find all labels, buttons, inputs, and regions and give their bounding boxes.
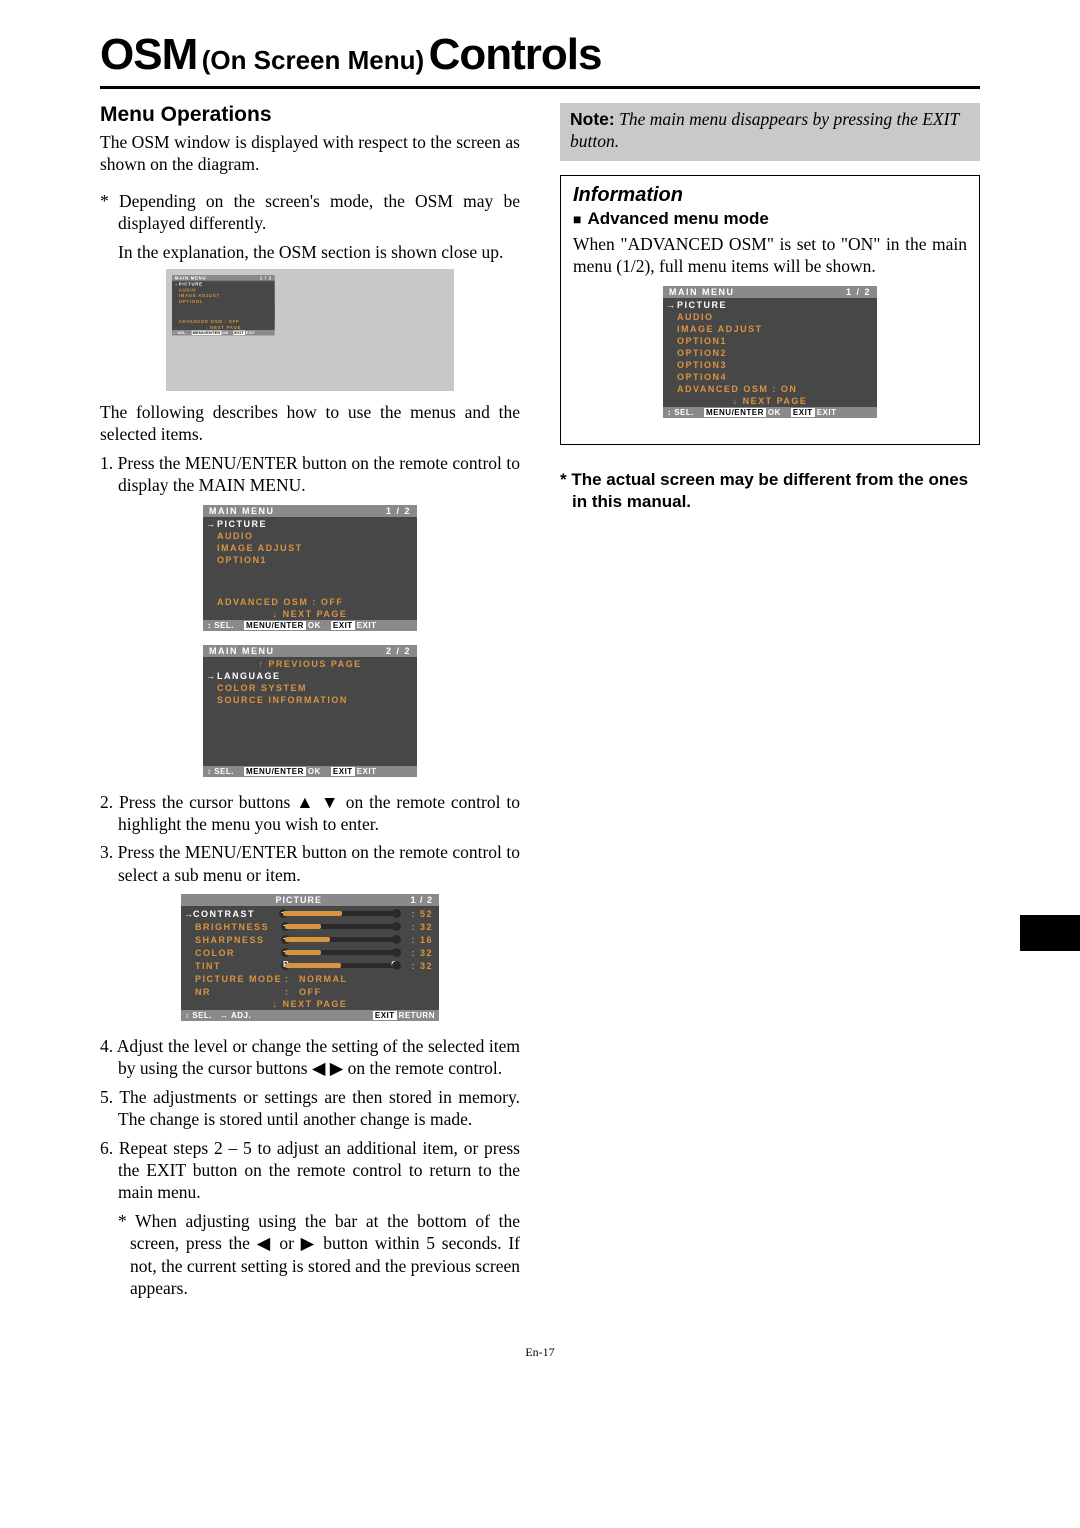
osm-picture-submenu: PICTURE1 / 2 → CONTRAST −+ : 52 BRIGHTNE…	[181, 894, 439, 1021]
section-heading: Menu Operations	[100, 103, 520, 127]
step-6-sub: * When adjusting using the bar at the bo…	[100, 1210, 520, 1300]
osm-main-menu-2: MAIN MENU2 / 2 ↑ PREVIOUS PAGE→LANGUAGEC…	[203, 645, 417, 777]
closeup-note: In the explanation, the OSM section is s…	[100, 241, 520, 263]
osm-main-menu-full: MAIN MENU1 / 2 →PICTUREAUDIOIMAGE ADJUST…	[663, 286, 877, 418]
title-rule	[100, 86, 980, 89]
intro-text: The OSM window is displayed with respect…	[100, 131, 520, 176]
osm-placement-diagram: MAIN MENU1 / 2 →PICTUREAUDIOIMAGE ADJUST…	[166, 269, 454, 391]
info-subheading: ■Advanced menu mode	[573, 209, 967, 229]
note-box: Note: The main menu disappears by pressi…	[560, 103, 980, 161]
step-5: 5. The adjustments or settings are then …	[100, 1086, 520, 1131]
step-1: 1. Press the MENU/ENTER button on the re…	[100, 452, 520, 497]
page-title: OSM (On Screen Menu) Controls	[100, 30, 980, 80]
osm-main-menu-1: MAIN MENU1 / 2 →PICTUREAUDIOIMAGE ADJUST…	[203, 505, 417, 631]
actual-screen-note: * The actual screen may be different fro…	[560, 469, 980, 513]
mode-note: * Depending on the screen's mode, the OS…	[100, 190, 520, 235]
information-box: Information ■Advanced menu mode When "AD…	[560, 175, 980, 445]
step-2: 2. Press the cursor buttons ▲ ▼ on the r…	[100, 791, 520, 836]
thumb-tab	[1020, 915, 1080, 951]
page-number: En-17	[100, 1345, 980, 1360]
step-4: 4. Adjust the level or change the settin…	[100, 1035, 520, 1080]
step-6: 6. Repeat steps 2 – 5 to adjust an addit…	[100, 1137, 520, 1204]
info-body: When "ADVANCED OSM" is set to "ON" in th…	[573, 233, 967, 278]
info-heading: Information	[573, 184, 967, 207]
usage-intro: The following describes how to use the m…	[100, 401, 520, 446]
step-3: 3. Press the MENU/ENTER button on the re…	[100, 841, 520, 886]
